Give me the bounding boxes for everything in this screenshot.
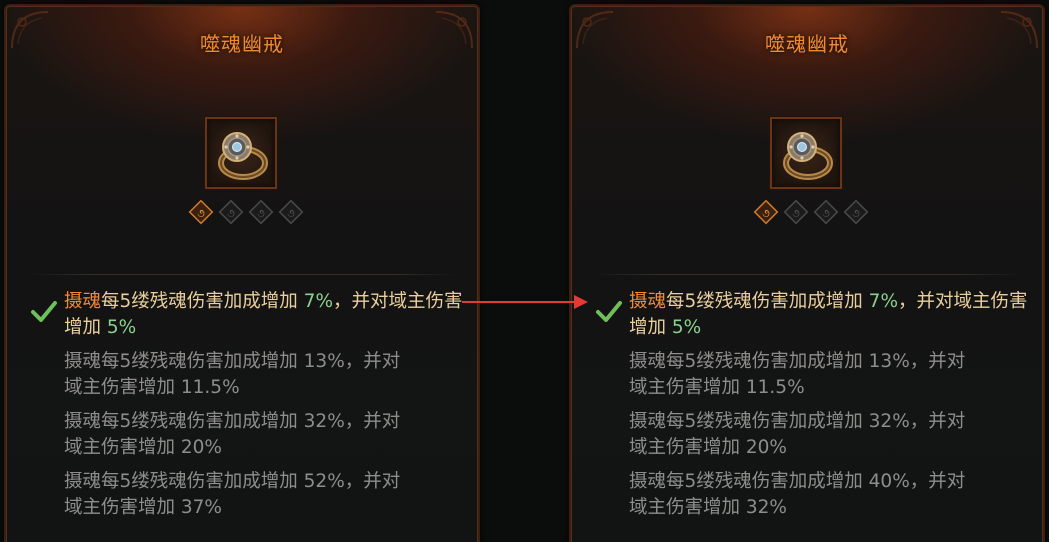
- affix-line: 域主伤害增加 20%: [629, 437, 788, 458]
- section-divider: [28, 274, 458, 275]
- svg-text:૭: ૭: [287, 207, 295, 220]
- affix-list: 摄魂每5缕残魂伤害加成增加 7%，并对域主伤害增加 5% 摄魂每5缕残魂伤害加成…: [64, 289, 464, 529]
- comparison-arrow-icon: [462, 295, 588, 309]
- comparison-stage: 噬魂幽戒 ૭ ૭ ૭ ૭ 摄魂每5缕残魂伤害加成增加 7%，并对域主伤害增加 5…: [0, 0, 1049, 542]
- affix-line: 域主伤害增加 32%: [629, 497, 788, 518]
- affix-line: 摄魂每5缕残魂伤害加成增加 32%，并对: [629, 411, 966, 432]
- affix-list: 摄魂每5缕残魂伤害加成增加 7%，并对域主伤害增加 5% 摄魂每5缕残魂伤害加成…: [629, 289, 1029, 529]
- checkmark-icon: [596, 301, 622, 322]
- item-tooltip-panel-left: 噬魂幽戒 ૭ ૭ ૭ ૭ 摄魂每5缕残魂伤害加成增加 7%，并对域主伤害增加 5…: [4, 4, 480, 542]
- item-tooltip-panel-right: 噬魂幽戒 ૭ ૭ ૭ ૭ 摄魂每5缕残魂伤害加成增加 7%，并对域主伤害增加 5…: [569, 4, 1045, 542]
- affix-text: 每5缕残魂伤害加成增加: [101, 291, 304, 312]
- affix-line: 域主伤害增加 20%: [64, 437, 223, 458]
- affix-line: 摄魂每5缕残魂伤害加成增加 32%，并对: [64, 411, 401, 432]
- affix-tier: 摄魂每5缕残魂伤害加成增加 40%，并对 域主伤害增加 32%: [629, 469, 1029, 521]
- socket-empty-icon: ૭: [783, 200, 809, 225]
- socket-empty-icon: ૭: [278, 200, 304, 225]
- affix-line: 域主伤害增加 37%: [64, 497, 223, 518]
- item-title: 噬魂幽戒: [200, 32, 284, 56]
- item-icon-frame[interactable]: [770, 117, 842, 189]
- affix-active: 摄魂每5缕残魂伤害加成增加 7%，并对域主伤害增加 5%: [64, 289, 464, 341]
- svg-text:૭: ૭: [822, 207, 830, 220]
- affix-value: 5%: [106, 317, 137, 338]
- affix-active: 摄魂每5缕残魂伤害加成增加 7%，并对域主伤害增加 5%: [629, 289, 1029, 341]
- affix-line: 域主伤害增加 11.5%: [629, 377, 805, 398]
- svg-text:૭: ૭: [792, 207, 800, 220]
- svg-text:૭: ૭: [762, 207, 770, 220]
- affix-tier: 摄魂每5缕残魂伤害加成增加 13%，并对 域主伤害增加 11.5%: [629, 349, 1029, 401]
- ring-icon: [218, 132, 268, 180]
- socket-row: ૭ ૭ ૭ ૭: [753, 200, 869, 225]
- affix-tier: 摄魂每5缕残魂伤害加成增加 32%，并对 域主伤害增加 20%: [629, 409, 1029, 461]
- affix-value: 5%: [671, 317, 702, 338]
- checkmark-icon: [31, 301, 57, 322]
- affix-line: 摄魂每5缕残魂伤害加成增加 40%，并对: [629, 471, 966, 492]
- socket-empty-icon: ૭: [843, 200, 869, 225]
- svg-text:૭: ૭: [227, 207, 235, 220]
- affix-text: 每5缕残魂伤害加成增加: [666, 291, 869, 312]
- socket-filled-icon: ૭: [188, 200, 214, 225]
- socket-empty-icon: ૭: [218, 200, 244, 225]
- affix-keyword: 摄魂: [64, 291, 102, 312]
- affix-line: 摄魂每5缕残魂伤害加成增加 52%，并对: [64, 471, 401, 492]
- socket-filled-icon: ૭: [753, 200, 779, 225]
- socket-empty-icon: ૭: [813, 200, 839, 225]
- affix-line: 摄魂每5缕残魂伤害加成增加 13%，并对: [629, 351, 966, 372]
- ring-icon: [783, 132, 833, 180]
- svg-text:૭: ૭: [197, 207, 205, 220]
- affix-keyword: 摄魂: [629, 291, 667, 312]
- affix-value: 7%: [303, 291, 334, 312]
- svg-text:૭: ૭: [257, 207, 265, 220]
- item-icon-frame[interactable]: [205, 117, 277, 189]
- item-title: 噬魂幽戒: [765, 32, 849, 56]
- section-divider: [593, 274, 1023, 275]
- svg-text:૭: ૭: [852, 207, 860, 220]
- affix-tier: 摄魂每5缕残魂伤害加成增加 13%，并对 域主伤害增加 11.5%: [64, 349, 464, 401]
- socket-row: ૭ ૭ ૭ ૭: [188, 200, 304, 225]
- socket-empty-icon: ૭: [248, 200, 274, 225]
- affix-line: 摄魂每5缕残魂伤害加成增加 13%，并对: [64, 351, 401, 372]
- affix-tier: 摄魂每5缕残魂伤害加成增加 32%，并对 域主伤害增加 20%: [64, 409, 464, 461]
- affix-tier: 摄魂每5缕残魂伤害加成增加 52%，并对 域主伤害增加 37%: [64, 469, 464, 521]
- affix-line: 域主伤害增加 11.5%: [64, 377, 240, 398]
- affix-value: 7%: [868, 291, 899, 312]
